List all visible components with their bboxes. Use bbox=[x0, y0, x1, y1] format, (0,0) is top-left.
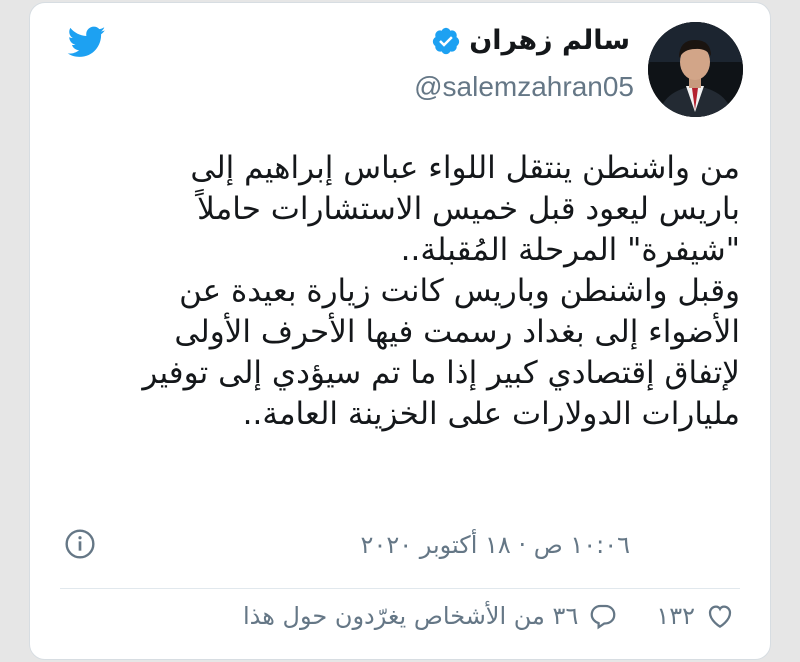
twitter-bird-icon bbox=[67, 26, 106, 57]
avatar[interactable] bbox=[648, 22, 743, 117]
tweet-line: الأضواء إلى بغداد رسمت فيها الأحرف الأول… bbox=[174, 314, 740, 350]
tweet-line: باريس ليعود قبل خميس الاستشارات حاملاً bbox=[197, 191, 740, 227]
user-name-row: سالم زهران bbox=[431, 25, 630, 56]
tweet-line: من واشنطن ينتقل اللواء عباس إبراهيم إلى bbox=[190, 150, 740, 186]
user-name[interactable]: سالم زهران bbox=[469, 25, 630, 56]
like-count: ١٣٢ bbox=[656, 602, 695, 630]
tweet-line: لإتفاق إقتصادي كبير إذا ما تم سيؤدي إلى … bbox=[142, 355, 740, 391]
tweet-actions: ١٣٢ ٣٦ من الأشخاص يغرّدون حول هذا bbox=[243, 601, 735, 631]
tweet-text: من واشنطن ينتقل اللواء عباس إبراهيم إلى … bbox=[60, 148, 740, 435]
like-button[interactable]: ١٣٢ bbox=[656, 601, 735, 631]
user-handle[interactable]: @salemzahran05 bbox=[414, 71, 634, 103]
info-icon[interactable] bbox=[64, 528, 96, 560]
tweet-timestamp[interactable]: ١٠:٠٦ ص · ١٨ أكتوبر ٢٠٢٠ bbox=[361, 531, 630, 559]
tweet-card[interactable]: سالم زهران @salemzahran05 من واشنطن ينتق… bbox=[29, 2, 771, 660]
avatar-portrait bbox=[648, 22, 743, 117]
verified-badge-icon bbox=[433, 27, 460, 54]
tweet-line: "شيفرة" المرحلة المُقبلة.. bbox=[400, 232, 740, 268]
reply-bubble-icon bbox=[590, 604, 616, 630]
divider bbox=[60, 588, 740, 589]
replies-label: ٣٦ من الأشخاص يغرّدون حول هذا bbox=[242, 602, 579, 630]
tweet-line: وقبل واشنطن وباريس كانت زيارة بعيدة عن bbox=[179, 273, 740, 309]
replies-link[interactable]: ٣٦ من الأشخاص يغرّدون حول هذا bbox=[243, 601, 618, 631]
heart-icon bbox=[708, 605, 732, 628]
tweet-line: مليارات الدولارات على الخزينة العامة.. bbox=[242, 396, 740, 432]
